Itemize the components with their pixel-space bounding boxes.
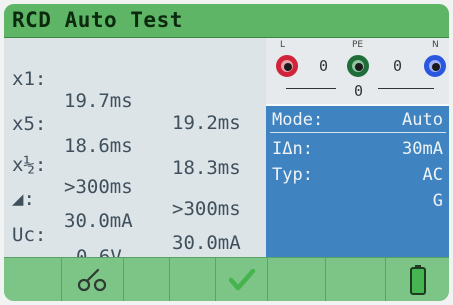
softkey-6[interactable] [268, 258, 326, 301]
softkey-battery [386, 258, 449, 301]
softkey-4[interactable] [170, 258, 216, 301]
l-pe-line [286, 88, 336, 89]
pe-n-value: 0 [393, 57, 403, 75]
softkey-3[interactable] [124, 258, 170, 301]
softkey-1[interactable] [4, 258, 62, 301]
l-pe-value: 0 [319, 57, 329, 75]
mode-label: Mode: [272, 110, 324, 130]
mode-value[interactable]: Auto [402, 110, 443, 130]
ian-value[interactable]: 30mA [402, 139, 443, 159]
softkey-probe[interactable] [62, 258, 124, 301]
screen-title: RCD Auto Test [12, 8, 183, 32]
terminal-label-pe: PE [352, 40, 364, 50]
pe-terminal-icon [347, 55, 369, 77]
measurement-value-180deg: 19.2ms [172, 112, 241, 134]
softkey-bar [4, 257, 449, 301]
measurement-label: Uc: [12, 224, 47, 246]
type-label: Typ: [272, 165, 313, 185]
measurement-value-180deg: >300ms [172, 198, 241, 220]
probe-icon [77, 268, 106, 292]
device-screen: RCD Auto Test x1: 19.7ms 19.2ms x5: 18.6… [4, 4, 449, 301]
measurement-panel: x1: 19.7ms 19.2ms x5: 18.6ms 18.3ms x½: … [4, 38, 266, 268]
l-n-value: 0 [354, 82, 364, 100]
measurement-label: x1: [12, 68, 47, 90]
settings-panel: L PE N 0 0 0 Mode: Auto IΔn: 30mA Typ: A… [266, 38, 449, 257]
type-subvalue[interactable]: G [433, 191, 443, 211]
terminal-label-n: N [432, 40, 439, 50]
terminal-label-l: L [280, 40, 286, 50]
softkey-check[interactable] [216, 258, 268, 301]
measurement-value-180deg: 30.0mA [172, 232, 241, 254]
mode-divider [270, 132, 446, 133]
l-terminal-icon [276, 55, 298, 77]
ian-label: IΔn: [272, 139, 313, 159]
softkey-7[interactable] [326, 258, 386, 301]
check-icon [228, 268, 255, 291]
battery-icon [409, 265, 426, 295]
pe-n-line [378, 88, 434, 89]
title-bar: RCD Auto Test [4, 4, 449, 38]
terminal-status: L PE N 0 0 0 [266, 38, 449, 106]
type-value[interactable]: AC [423, 165, 443, 185]
measurement-value-180deg: 18.3ms [172, 157, 241, 179]
n-terminal-icon [424, 55, 446, 77]
